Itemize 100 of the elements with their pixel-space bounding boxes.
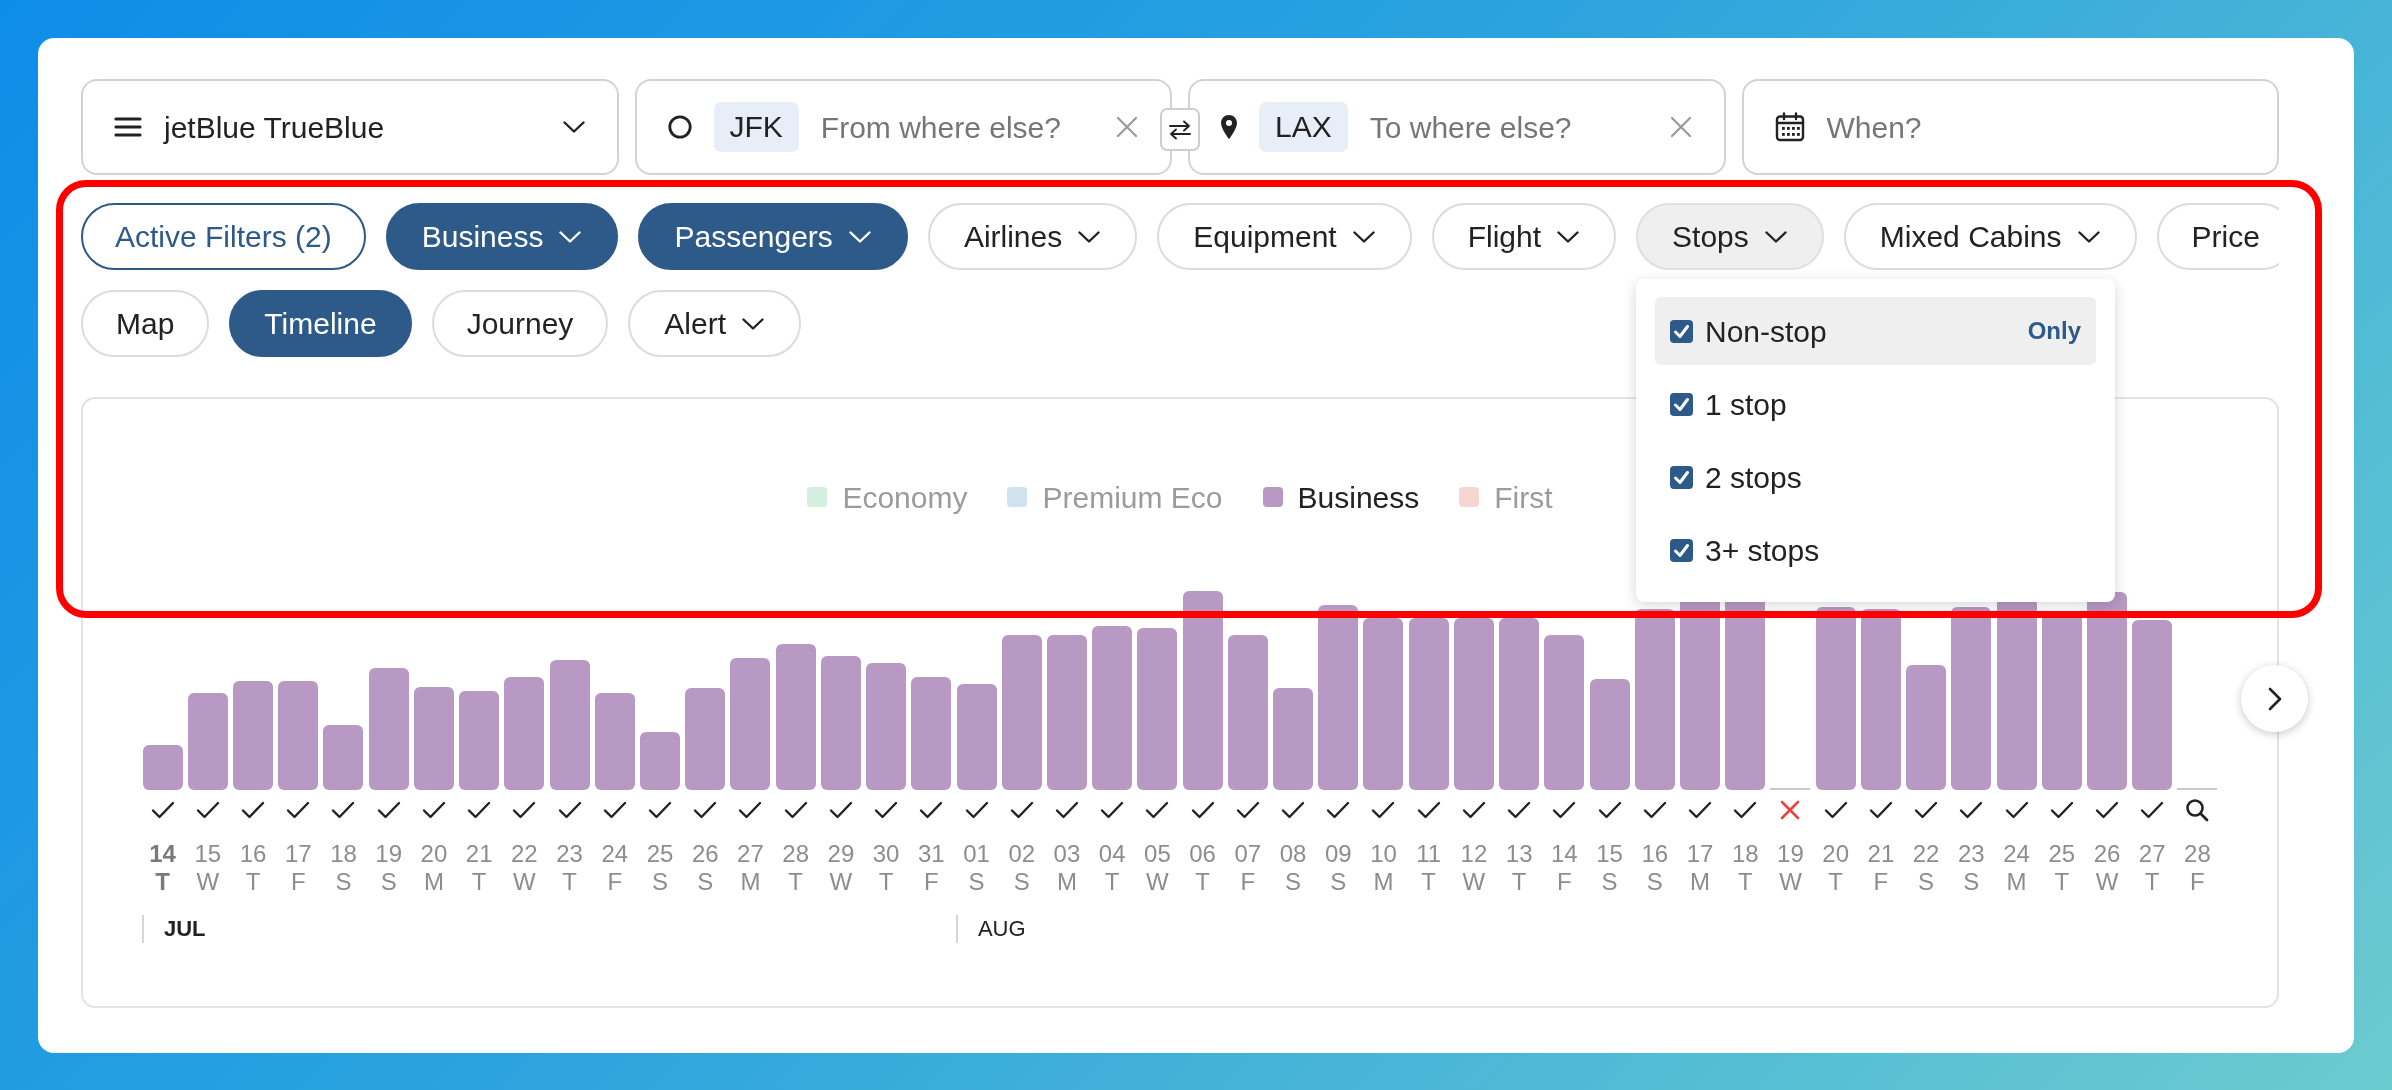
date-label: 24	[601, 840, 629, 868]
program-select[interactable]: jetBlue TrueBlue	[81, 79, 619, 175]
date-label: 23	[1957, 840, 1985, 868]
weekday-label: F	[924, 868, 939, 896]
weekday-label: W	[829, 868, 853, 896]
weekday-label: F	[1873, 868, 1889, 896]
date-input[interactable]: When?	[1826, 104, 2245, 150]
checkbox[interactable]	[1670, 319, 1693, 343]
chevron-down-icon	[1764, 230, 1787, 243]
date-label: 30	[872, 840, 900, 868]
chevron-right-icon	[2267, 686, 2282, 711]
date-label: 21	[1867, 840, 1895, 868]
date-label: 28	[2184, 840, 2211, 868]
date-label: 07	[1234, 840, 1262, 868]
legend-toggle[interactable]: Business	[1262, 474, 1420, 520]
weekday-label: T	[1511, 868, 1527, 896]
chevron-down-icon	[742, 317, 765, 330]
date-picker[interactable]: When?	[1741, 79, 2279, 175]
weekday-label: T	[245, 868, 261, 896]
bar	[142, 745, 183, 790]
dropdown-button[interactable]: Equipment	[1157, 203, 1412, 270]
date-label: 28	[782, 840, 809, 868]
date-label: 04	[1098, 840, 1126, 868]
menu-option[interactable]: 2 stops	[1655, 443, 2096, 511]
date-label: 03	[1053, 840, 1081, 868]
airport-tag[interactable]: JFK	[713, 102, 799, 152]
chevron-down-icon	[1352, 230, 1375, 243]
view-toggle[interactable]: Map	[81, 290, 210, 357]
destination-input[interactable]: To where else?	[1369, 104, 1648, 150]
weekday-label: M	[423, 868, 444, 896]
active-filters-button[interactable]: Active Filters (2)	[81, 203, 366, 270]
weekday-label: F	[2190, 868, 2205, 896]
weekday-label: S	[1918, 868, 1935, 896]
filter-button[interactable]: Price	[2156, 203, 2279, 270]
dropdown-button[interactable]: Passengers	[638, 203, 908, 270]
origin-picker[interactable]: JFK From where else?	[634, 79, 1172, 175]
view-toggle[interactable]: Journey	[431, 290, 609, 357]
date-label: 11	[1416, 840, 1442, 868]
weekday-label: F	[1240, 868, 1256, 896]
date-label: 29	[827, 840, 855, 868]
airport-tag[interactable]: LAX	[1259, 102, 1348, 152]
dropdown-button[interactable]: Mixed Cabins	[1843, 203, 2137, 270]
date-label: 23	[556, 840, 583, 868]
date-label: 13	[1505, 840, 1533, 868]
date-label: 18	[1731, 840, 1759, 868]
menu-option[interactable]: 3+ stops	[1655, 516, 2096, 584]
bar	[640, 732, 680, 790]
weekday-label: W	[1779, 868, 1802, 896]
weekday-label: T	[1421, 868, 1437, 896]
menu-icon	[114, 116, 142, 138]
view-toggle[interactable]: Timeline	[229, 290, 412, 357]
weekday-label: S	[1285, 868, 1302, 896]
dropdown-button[interactable]: Alert	[628, 290, 802, 357]
date-label: 10	[1370, 840, 1397, 868]
date-label: 15	[1596, 840, 1623, 868]
weekday-label: T	[471, 868, 487, 896]
swap-button[interactable]	[1160, 108, 1200, 151]
weekday-label: M	[2006, 868, 2027, 896]
calendar-icon	[1774, 112, 1805, 142]
dropdown-button[interactable]: Flight	[1431, 203, 1617, 270]
date-label: 18	[330, 840, 357, 868]
date-label: 08	[1279, 840, 1307, 868]
weekday-label: T	[155, 868, 170, 896]
date-label: 12	[1460, 840, 1488, 868]
close-icon[interactable]	[1669, 116, 1692, 138]
menu-option[interactable]: Non-stop Only	[1655, 297, 2096, 365]
weekday-label: S	[1646, 868, 1663, 896]
checkbox[interactable]	[1670, 538, 1693, 562]
close-icon[interactable]	[1116, 116, 1138, 138]
weekday-label: F	[607, 868, 623, 896]
weekday-label: M	[1373, 868, 1394, 896]
dropdown-button[interactable]: Business	[385, 203, 619, 270]
date-label: 16	[239, 840, 267, 868]
weekday-label: M	[1690, 868, 1710, 896]
date-label: 20	[1822, 840, 1849, 868]
search-icon[interactable]	[2185, 798, 2210, 822]
date-label: 25	[646, 840, 674, 868]
dropdown-button[interactable]: Airlines	[927, 203, 1138, 270]
only-link[interactable]: Only	[2027, 313, 2081, 349]
weekday-label: T	[788, 868, 803, 896]
dropdown-button[interactable]: Stops	[1636, 203, 1824, 270]
date-label: 25	[2048, 840, 2076, 868]
date-label: 22	[511, 840, 538, 868]
month-label: AUG	[955, 915, 1026, 943]
weekday-label: S	[380, 868, 397, 896]
origin-input[interactable]: From where else?	[820, 104, 1094, 150]
weekday-label: T	[1195, 868, 1210, 896]
menu-option[interactable]: 1 stop	[1655, 370, 2096, 438]
date-label: 31	[917, 840, 945, 868]
checkbox[interactable]	[1670, 465, 1693, 489]
weekday-label: S	[335, 868, 352, 896]
weekday-label: S	[697, 868, 714, 896]
destination-picker[interactable]: LAX To where else?	[1188, 79, 1726, 175]
chevron-down-icon	[1557, 230, 1580, 243]
weekday-label: S	[652, 868, 668, 896]
date-label: 21	[465, 840, 493, 868]
date-label: 27	[2138, 840, 2166, 868]
weekday-label: T	[1104, 868, 1120, 896]
weekday-label: M	[1056, 868, 1077, 896]
checkbox[interactable]	[1670, 392, 1693, 416]
